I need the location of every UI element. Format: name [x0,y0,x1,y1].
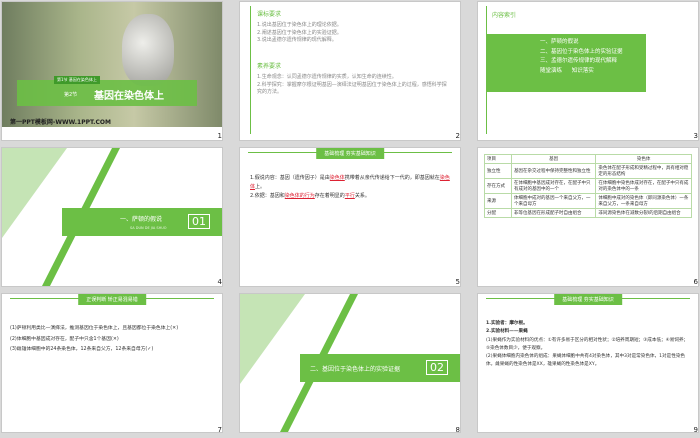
slide-number-9: 9 [693,426,698,434]
slide-title: 基因在染色体上 [94,91,164,102]
slide-7[interactable]: 正误判断 矫正易混易错 (1)萨顿利用类比—演绎法，推测基因位于染色体上，且基因… [2,294,222,432]
list-item: 1.说出基因位于染色体上的理论依据。 [257,22,342,28]
list-item: 3.说出孟德尔遗传规律的现代解释。 [257,37,337,43]
footer-watermark: 第一PPT模板网-WWW.1PPT.COM [10,119,111,126]
table-row: 分配 非等位基因在形成配子时自由组合 非同源染色体在减数分裂Ⅰ的后期自由组合 [484,208,692,218]
curriculum-list: 1.说出基因位于染色体上的理论依据。 2.阐述基因位于染色体上的实验证据。 3.… [257,22,447,45]
text: 关系。 [354,193,370,199]
list-item: 1.实验者：摩尔根。 [486,321,528,326]
slide-number-8: 8 [455,426,460,434]
slide-1[interactable]: 第1节 基因在染色体上 第2节 基因在染色体上 第一PPT模板网-WWW.1PP… [2,2,222,140]
list-item: (3)雌雄体细胞中的24条染色体，12条来自父方，12条来自母方(✓) [10,347,154,353]
cell: 体细胞中成对的基因一个来自父方，一个来自母方 [510,193,597,209]
heading-literacy: 素养要求 [257,63,282,70]
section-label: 第2节 [64,92,78,98]
slide-number-5: 5 [455,278,460,286]
text: 上。 [255,184,266,190]
section-sub: SA DUN DE JIA SHUO [130,226,167,230]
content-list: 1.实验者：摩尔根。 2.实验材料——果蝇 (1)果蝇作为实验材料的优点：①有许… [486,320,691,370]
table-row: 来源 体细胞中成对的基因一个来自父方，一个来自母方 体细胞中成对的染色体（即同源… [484,193,692,209]
table-header: 项目 基因 染色体 [484,154,692,164]
index-item-row: 随堂演练 知识落实 [540,67,646,77]
literacy-list: 1.生命观念：认同孟德尔遗传规律的实质，认知生命的连续性。 2.科学探究：掌握摩… [257,74,447,97]
cell: 在体细胞中染色体成对存在，在配子中只有成对的染色体中的一条 [595,178,692,194]
list-item: (1)果蝇作为实验材料的优点：①有许多易于区分的相对性状；②培养周期短；③成本低… [486,337,689,351]
list-item: 2.阐述基因位于染色体上的实验证据。 [257,29,342,36]
index-item[interactable]: 一、萨顿的假说 [540,38,646,48]
paragraph-2: 2.依据：基因和染色体的行为存在着明显的平行关系。 [250,192,450,201]
slide-5[interactable]: 基础梳理 夯实基础知识 1.假说内容：基因（遗传因子）是由染色体携带着从亲代传递… [240,148,460,286]
badge: 第1节 基因在染色体上 [54,76,100,84]
paragraph-1: 1.假说内容：基因（遗传因子）是由染色体携带着从亲代传递给下一代的，即基因就在染… [250,174,450,192]
slide-number-2: 2 [455,132,460,140]
cell: 独立性 [484,163,512,179]
heading-curriculum: 课标要求 [257,11,282,18]
section-index: 01 [188,214,210,229]
text: 携带着从亲代传递给下一代的，即基因就在 [344,175,440,181]
header-cell: 染色体 [595,154,692,164]
cell: 分配 [484,208,512,218]
kitten-shape [122,14,174,86]
text: 1.假说内容：基因（遗传因子）是由 [250,175,330,181]
answer: 染色体 [329,175,345,181]
slide-number-7: 7 [217,426,222,434]
slide-2[interactable]: 课标要求 1.说出基因位于染色体上的理论依据。 2.阐述基因位于染色体上的实验证… [240,2,460,140]
index-item[interactable]: 二、基因位于染色体上的实验证据 [540,48,646,58]
answer: 平行 [344,193,355,199]
header-badge: 基础梳理 夯实基础知识 [554,294,622,305]
header-badge: 正误判断 矫正易混易错 [78,294,146,305]
index-item[interactable]: 三、孟德尔遗传规律的现代解释 [540,57,646,67]
list-item: 2.实验材料——果蝇 [486,329,528,335]
cell: 基因在杂交过程中保持完整性和独立性 [510,163,597,179]
header-badge: 基础梳理 夯实基础知识 [316,148,384,159]
comparison-table: 项目 基因 染色体 独立性 基因在杂交过程中保持完整性和独立性 染色体在配子形成… [484,154,692,218]
table-row: 独立性 基因在杂交过程中保持完整性和独立性 染色体在配子形成和受精过程中，具有相… [484,163,692,179]
kitten-photo [2,2,222,127]
slide-9[interactable]: 基础梳理 夯实基础知识 1.实验者：摩尔根。 2.实验材料——果蝇 (1)果蝇作… [478,294,698,432]
cell: 来源 [484,193,512,209]
cell: 存在方式 [484,178,512,194]
left-accent-line [250,6,251,134]
answer: 染色体的行为 [284,193,315,199]
text: 2.依据：基因和 [250,193,285,199]
slide-8[interactable]: 二、基因位于染色体上的实验证据 02 [240,294,460,432]
slide-number-1: 1 [217,132,222,140]
section-label: 一、萨顿的假说 [120,216,163,223]
judgement-list: (1)萨顿利用类比—演绎法，推测基因位于染色体上，且基因都位于染色体上(✕) (… [10,324,215,356]
list-item: (2)体细胞中基因成对存在，配子中只含1个基因(✕) [10,336,119,342]
cell: 染色体在配子形成和受精过程中，具有相对稳定的形态结构 [595,163,692,179]
list-item: (2)果蝇体细胞内染色体的组成：果蝇体细胞中共有4对染色体，其中3对是常染色体，… [486,354,686,368]
cell: 非同源染色体在减数分裂Ⅰ的后期自由组合 [595,208,692,218]
slide-6[interactable]: 项目 基因 染色体 独立性 基因在杂交过程中保持完整性和独立性 染色体在配子形成… [478,148,698,286]
slide-number-3: 3 [693,132,698,140]
content: 1.假说内容：基因（遗传因子）是由染色体携带着从亲代传递给下一代的，即基因就在染… [250,174,450,201]
heading-index: 内容索引 [492,12,517,19]
cell: 非等位基因在形成配子时自由组合 [510,208,597,218]
table-row: 存在方式 在体细胞中基因成对存在，在配子中只有成对的基因中的一个 在体细胞中染色… [484,178,692,194]
index-item[interactable]: 知识落实 [572,68,594,74]
index-item[interactable]: 随堂演练 [540,68,562,74]
cell: 体细胞中成对的染色体（即同源染色体）一条来自父方，一条来自母方 [595,193,692,209]
header-cell: 基因 [510,154,597,164]
slide-number-6: 6 [693,278,698,286]
section-label: 二、基因位于染色体上的实验证据 [310,366,401,373]
text: 存在着明显的 [314,193,345,199]
index-box: 一、萨顿的假说 二、基因位于染色体上的实验证据 三、孟德尔遗传规律的现代解释 随… [486,34,646,92]
section-index: 02 [426,360,448,375]
slide-4[interactable]: 一、萨顿的假说 SA DUN DE JIA SHUO 01 [2,148,222,286]
list-item: 1.生命观念：认同孟德尔遗传规律的实质，认知生命的连续性。 [257,74,397,80]
list-item: 2.科学探究：掌握摩尔根证明基因—演绎法证明基因位于染色体上的过程，感悟科学探究… [257,81,447,96]
slide-number-4: 4 [217,278,222,286]
slide-3[interactable]: 内容索引 一、萨顿的假说 二、基因位于染色体上的实验证据 三、孟德尔遗传规律的现… [478,2,698,140]
header-cell: 项目 [484,154,512,164]
list-item: (1)萨顿利用类比—演绎法，推测基因位于染色体上，且基因都位于染色体上(✕) [10,326,179,331]
cell: 在体细胞中基因成对存在，在配子中只有成对的基因中的一个 [510,178,597,194]
